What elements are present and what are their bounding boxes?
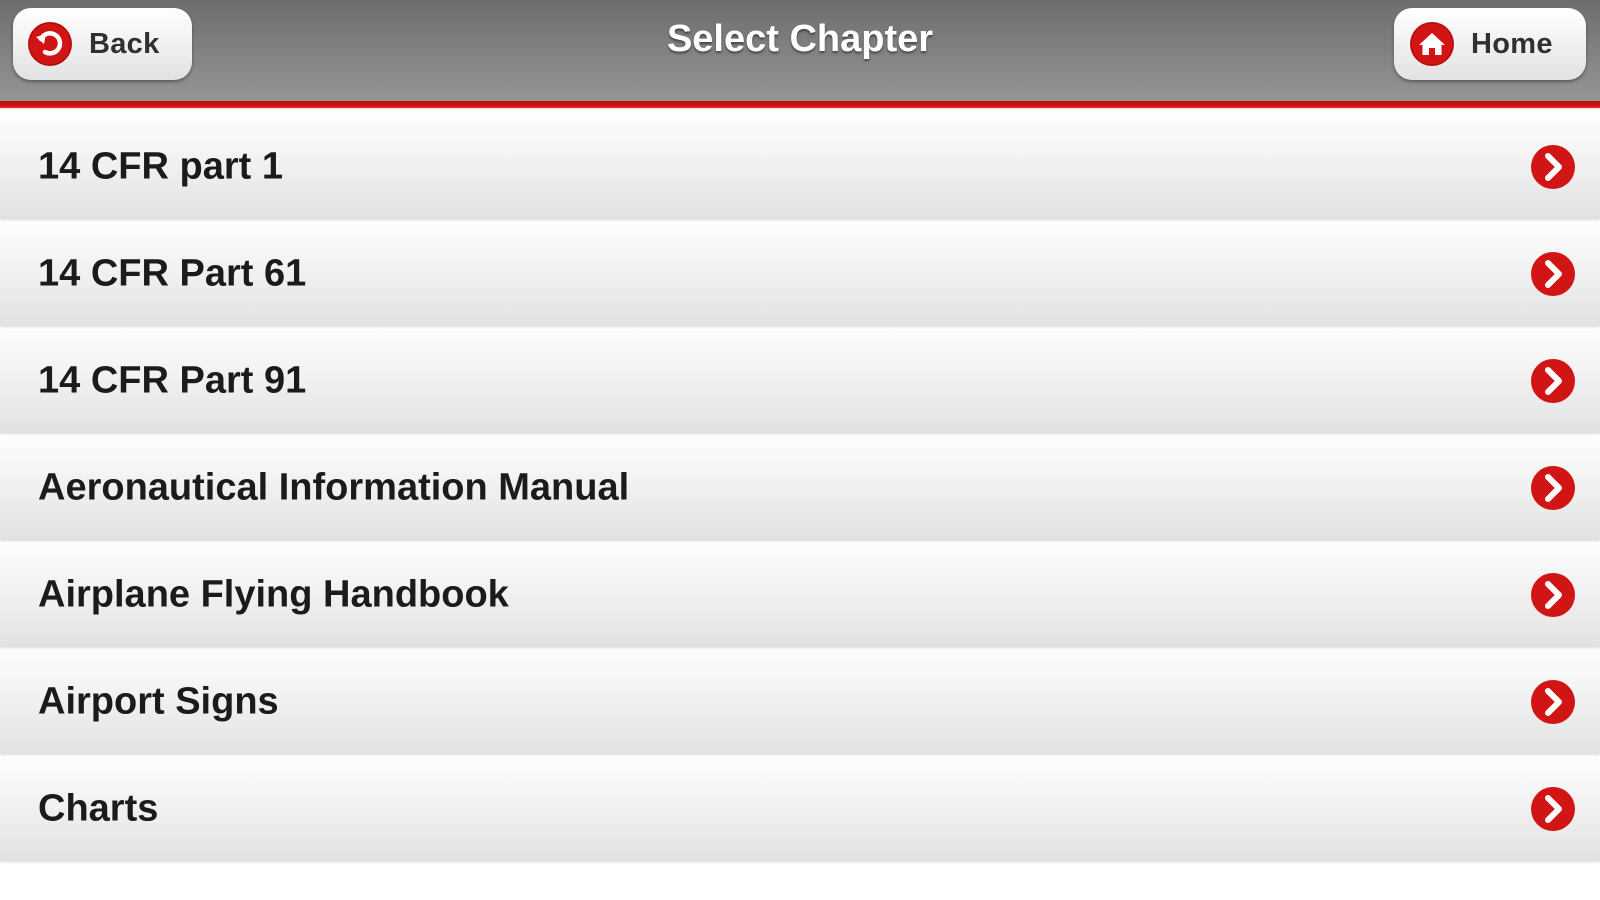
list-item[interactable]: 14 CFR Part 61 [0, 222, 1600, 326]
page-title: Select Chapter [666, 18, 934, 60]
chapter-list: 14 CFR part 1 14 CFR Part 61 14 CFR Part… [0, 115, 1600, 864]
home-icon [1410, 22, 1454, 66]
home-button-label: Home [1471, 27, 1553, 60]
list-item-label: 14 CFR Part 61 [38, 252, 307, 295]
header-divider [0, 101, 1600, 115]
back-arrow-icon [28, 22, 72, 66]
chevron-right-icon [1531, 573, 1575, 617]
list-item[interactable]: Airplane Flying Handbook [0, 543, 1600, 647]
app-header: Back Select Chapter Home [0, 0, 1600, 101]
chevron-right-icon [1531, 252, 1575, 296]
list-item-label: 14 CFR Part 91 [38, 359, 307, 402]
list-item[interactable]: 14 CFR Part 91 [0, 329, 1600, 433]
list-item-label: Charts [38, 787, 159, 830]
chevron-right-icon [1531, 466, 1575, 510]
back-button-label: Back [89, 27, 160, 60]
home-button[interactable]: Home [1394, 8, 1586, 80]
list-item[interactable]: Charts [0, 757, 1600, 861]
list-item-label: Aeronautical Information Manual [38, 466, 630, 509]
list-item[interactable]: Airport Signs [0, 650, 1600, 754]
list-item[interactable]: 14 CFR part 1 [0, 115, 1600, 219]
chevron-right-icon [1531, 787, 1575, 831]
chevron-right-icon [1531, 145, 1575, 189]
list-item-label: Airplane Flying Handbook [38, 573, 509, 616]
chevron-right-icon [1531, 680, 1575, 724]
back-button[interactable]: Back [13, 8, 192, 80]
list-item[interactable]: Aeronautical Information Manual [0, 436, 1600, 540]
list-item-label: 14 CFR part 1 [38, 145, 283, 188]
chevron-right-icon [1531, 359, 1575, 403]
list-item-label: Airport Signs [38, 680, 279, 723]
